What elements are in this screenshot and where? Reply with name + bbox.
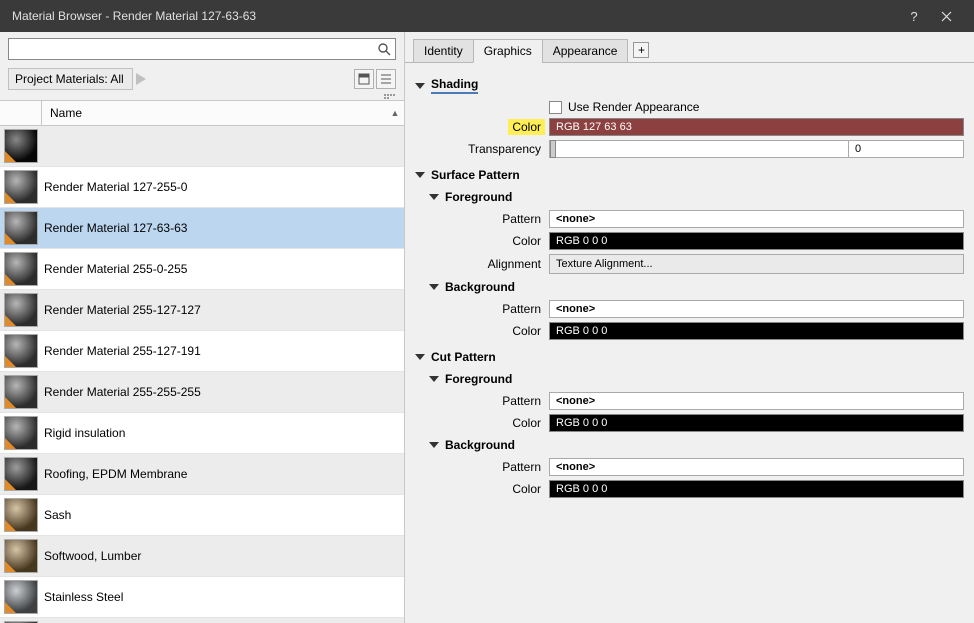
material-swatch <box>4 539 38 573</box>
list-view-button[interactable] <box>376 69 396 89</box>
search-icon <box>377 42 391 56</box>
surface-fg-color[interactable]: RGB 0 0 0 <box>549 232 964 250</box>
tab-appearance[interactable]: Appearance <box>542 39 629 63</box>
section-shading[interactable]: Shading <box>415 73 964 98</box>
material-name: Render Material 255-127-127 <box>44 303 201 317</box>
section-surface-background[interactable]: Background <box>415 276 964 298</box>
collapse-icon <box>429 376 439 382</box>
section-cut-pattern[interactable]: Cut Pattern <box>415 346 964 368</box>
collapse-icon <box>415 172 425 178</box>
material-list[interactable]: Render Material 127-255-0 Render Material… <box>0 126 404 623</box>
material-swatch <box>4 498 38 532</box>
material-row[interactable]: Render Material 255-127-191 <box>0 331 404 372</box>
use-render-appearance-checkbox[interactable]: Use Render Appearance <box>549 100 699 114</box>
section-cut-foreground[interactable]: Foreground <box>415 368 964 390</box>
material-row[interactable] <box>0 126 404 167</box>
material-row[interactable]: Rigid insulation <box>0 413 404 454</box>
material-swatch <box>4 375 38 409</box>
tab-graphics[interactable]: Graphics <box>473 39 543 63</box>
material-swatch <box>4 252 38 286</box>
material-swatch <box>4 334 38 368</box>
material-name: Render Material 255-0-255 <box>44 262 187 276</box>
chevron-right-icon <box>136 73 146 85</box>
collapse-icon <box>429 284 439 290</box>
material-name: Render Material 127-63-63 <box>44 221 187 235</box>
material-name: Render Material 255-255-255 <box>44 385 201 399</box>
material-swatch <box>4 211 38 245</box>
properties-scroll[interactable]: Shading Use Render Appearance Color RGB … <box>405 63 974 623</box>
material-row[interactable]: Render Material 127-255-0 <box>0 167 404 208</box>
add-tab-button[interactable]: + <box>633 42 649 58</box>
cut-fg-pattern[interactable]: <none> <box>549 392 964 410</box>
material-swatch <box>4 457 38 491</box>
right-panel: IdentityGraphicsAppearance + Shading Use… <box>405 32 974 623</box>
section-surface-pattern[interactable]: Surface Pattern <box>415 164 964 186</box>
material-swatch <box>4 416 38 450</box>
material-row[interactable]: Render Material 255-0-255 <box>0 249 404 290</box>
surface-fg-pattern[interactable]: <none> <box>549 210 964 228</box>
shading-color-label: Color <box>508 119 545 135</box>
column-header[interactable]: Name ▲ <box>0 100 404 126</box>
window-title: Material Browser - Render Material 127-6… <box>12 9 898 23</box>
material-row[interactable]: Render Material 255-255-255 <box>0 372 404 413</box>
close-button[interactable] <box>930 0 962 32</box>
collapse-icon <box>429 442 439 448</box>
material-name: Render Material 127-255-0 <box>44 180 187 194</box>
cut-bg-color[interactable]: RGB 0 0 0 <box>549 480 964 498</box>
collapse-icon <box>415 354 425 360</box>
material-swatch <box>4 293 38 327</box>
surface-bg-color[interactable]: RGB 0 0 0 <box>549 322 964 340</box>
material-row[interactable]: Render Material 255-127-127 <box>0 290 404 331</box>
texture-alignment-button[interactable]: Texture Alignment... <box>549 254 964 274</box>
material-row[interactable]: Softwood, Lumber <box>0 536 404 577</box>
shading-color-swatch[interactable]: RGB 127 63 63 <box>549 118 964 136</box>
left-panel: Project Materials: All Name ▲ Render Mat… <box>0 32 405 623</box>
material-swatch <box>4 580 38 614</box>
material-name: Sash <box>44 508 71 522</box>
material-name: Softwood, Lumber <box>44 549 141 563</box>
material-swatch <box>4 129 38 163</box>
section-surface-foreground[interactable]: Foreground <box>415 186 964 208</box>
transparency-value[interactable]: 0 <box>849 140 964 158</box>
material-name: Rigid insulation <box>44 426 125 440</box>
help-button[interactable]: ? <box>898 0 930 32</box>
material-row[interactable]: Steel, 45-345 <box>0 618 404 623</box>
cut-fg-color[interactable]: RGB 0 0 0 <box>549 414 964 432</box>
material-name: Roofing, EPDM Membrane <box>44 467 187 481</box>
material-name: Stainless Steel <box>44 590 123 604</box>
collapse-icon <box>415 83 425 89</box>
material-row[interactable]: Sash <box>0 495 404 536</box>
scope-dropdown[interactable]: Project Materials: All <box>8 68 133 90</box>
titlebar: Material Browser - Render Material 127-6… <box>0 0 974 32</box>
surface-bg-pattern[interactable]: <none> <box>549 300 964 318</box>
cut-bg-pattern[interactable]: <none> <box>549 458 964 476</box>
tab-identity[interactable]: Identity <box>413 39 474 63</box>
material-name: Render Material 255-127-191 <box>44 344 201 358</box>
material-row[interactable]: Stainless Steel <box>0 577 404 618</box>
identity-view-button[interactable] <box>354 69 374 89</box>
search-input-wrap[interactable] <box>8 38 396 60</box>
transparency-label: Transparency <box>415 142 549 156</box>
tabs: IdentityGraphicsAppearance + <box>405 32 974 63</box>
collapse-icon <box>429 194 439 200</box>
sort-up-icon[interactable]: ▲ <box>390 108 404 118</box>
transparency-slider[interactable] <box>549 140 849 158</box>
material-row[interactable]: Roofing, EPDM Membrane <box>0 454 404 495</box>
material-row[interactable]: Render Material 127-63-63 <box>0 208 404 249</box>
material-swatch <box>4 170 38 204</box>
section-cut-background[interactable]: Background <box>415 434 964 456</box>
search-input[interactable] <box>13 40 377 58</box>
column-name: Name <box>42 106 390 120</box>
